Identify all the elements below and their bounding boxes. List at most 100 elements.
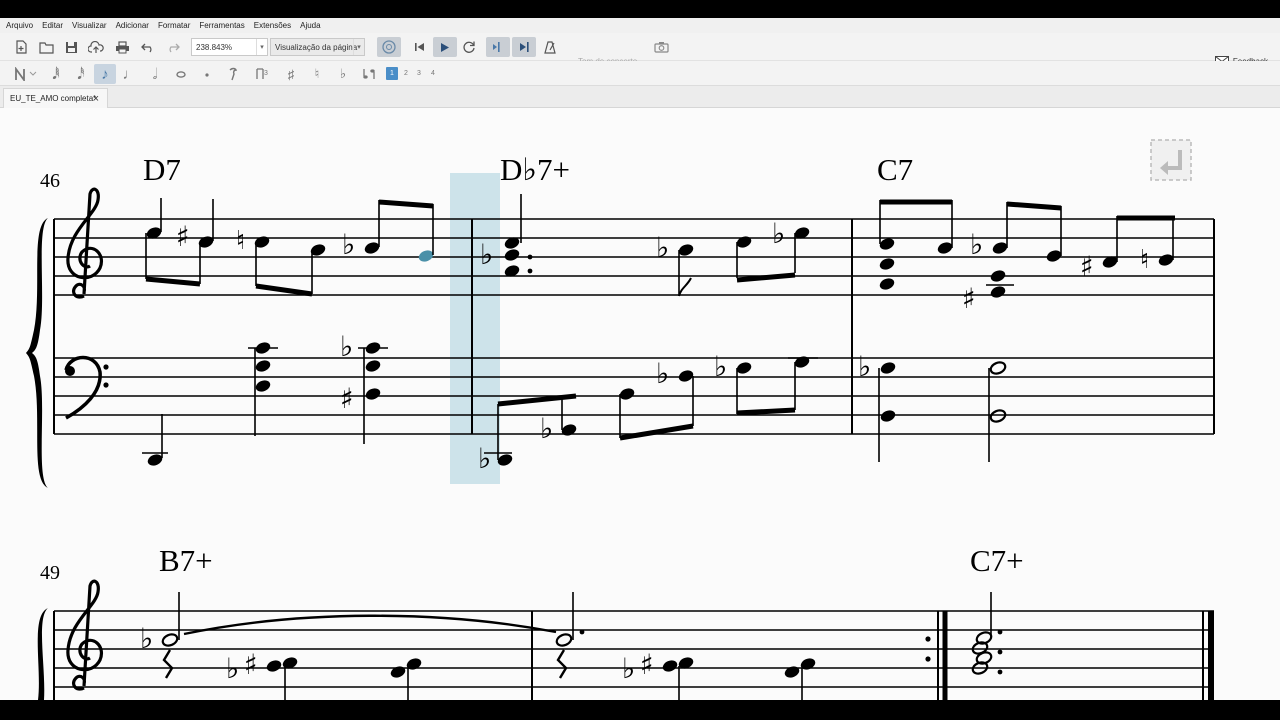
svg-text:♭: ♭ [478,442,491,475]
measure-number-49: 49 [40,562,60,584]
eighth-note-icon[interactable]: ♪ [94,64,116,84]
m47-treble-notes: ♭ ♭ ♭ [480,194,811,297]
score-canvas[interactable]: 46 D7 D♭7+ C7 ♯ ♮ ♭ ♭ ♯ ♭ ♭ ♭ ♭ ♭ ♭ ♭ ♭ … [0,108,1280,700]
svg-text:♯: ♯ [340,382,354,415]
treble-staff [54,218,1214,296]
chevron-down-icon[interactable]: ▾ [256,39,267,55]
svg-text:3: 3 [264,70,268,77]
chord-symbol-c7[interactable]: C7 [877,152,913,187]
menu-adicionar[interactable]: Adicionar [116,21,149,30]
augmentation-dot-icon[interactable] [198,65,216,83]
menu-arquivo[interactable]: Arquivo [6,21,33,30]
svg-text:♯: ♯ [244,648,258,681]
return-arrow-icon[interactable] [1150,139,1192,181]
open-folder-icon[interactable] [37,38,55,56]
musescore-window: Arquivo Editar Visualizar Adicionar Form… [0,18,1280,700]
m51-treble-notes [969,592,1003,677]
whole-note-icon[interactable] [172,65,190,83]
undo-icon[interactable] [139,38,157,56]
treble-clef-2 [66,579,103,691]
svg-text:♯: ♯ [176,220,190,253]
loop-out-icon[interactable] [512,37,536,57]
sixtyfourth-note-icon[interactable]: 𝅘𝅥𝅱 [47,65,65,83]
menu-ajuda[interactable]: Ajuda [300,21,320,30]
cloud-upload-icon[interactable] [87,38,105,56]
m46-treble-notes: ♯ ♮ ♭ [145,198,434,297]
close-icon[interactable]: × [93,93,99,105]
view-mode-value: Visualização da página [275,42,358,52]
voice-4-button[interactable]: 4 [427,67,439,80]
natural-icon[interactable]: ♮ [308,65,326,83]
measure-number-46: 46 [40,170,60,192]
chord-symbol-d7[interactable]: D7 [143,152,181,187]
chevron-down-icon[interactable]: ▾ [353,39,364,55]
letterbox-bottom [0,700,1280,720]
grand-staff-brace [26,218,48,488]
loop-icon[interactable] [460,38,478,56]
print-icon[interactable] [113,38,131,56]
svg-text:♭: ♭ [226,652,239,685]
flat-icon[interactable]: ♭ [334,65,352,83]
svg-text:♯: ♯ [1080,250,1094,283]
menu-visualizar[interactable]: Visualizar [72,21,107,30]
svg-text:♮: ♮ [1140,245,1149,275]
svg-text:♭: ♭ [480,238,493,271]
bass-clef [64,355,109,420]
m50-treble-notes: ♭ ♯ [553,592,817,700]
svg-text:♭: ♭ [340,330,353,363]
m48-bass-notes: ♭ [858,350,1009,462]
note-input-toolbar: 𝅘𝅥𝅱 𝅘𝅥𝅰 ♪ ♩ 𝅗𝅥 3 ♯ ♮ ♭ 1 2 3 4 [0,61,1280,86]
svg-text:♭: ♭ [656,357,669,390]
system-1: 46 D7 D♭7+ C7 ♯ ♮ ♭ ♭ ♯ ♭ ♭ ♭ ♭ ♭ ♭ ♭ ♭ … [26,139,1215,488]
rest-icon[interactable] [224,65,242,83]
save-icon[interactable] [62,38,80,56]
redo-icon[interactable] [164,38,182,56]
thirtysecond-note-icon[interactable]: 𝅘𝅥𝅰 [72,65,90,83]
svg-text:♭: ♭ [858,350,871,383]
barlines [53,219,1215,434]
tuplet-icon[interactable]: 3 [251,65,273,83]
voice-1-button[interactable]: 1 [386,67,398,80]
menu-editar[interactable]: Editar [42,21,63,30]
zoom-value: 238.843% [196,42,233,52]
tab-title: EU_TE_AMO completa* [10,94,97,103]
quarter-note-icon[interactable]: ♩ [121,65,139,83]
loop-in-icon[interactable] [486,37,510,57]
note-input-mode-icon[interactable] [12,65,40,83]
play-button[interactable] [433,37,457,57]
svg-text:♮: ♮ [236,226,245,256]
chord-symbol-dflat7plus[interactable]: D♭7+ [500,152,570,187]
menu-extensoes[interactable]: Extensões [254,21,291,30]
score-tab-bar: EU_TE_AMO completa* × [0,86,1280,108]
metronome-icon[interactable] [541,38,559,56]
m49-treble-notes: ♭ ♭ ♯ [140,592,557,700]
view-mode-combo[interactable]: Visualização da página ▾ [270,38,365,56]
new-score-icon[interactable] [12,38,30,56]
menu-bar: Arquivo Editar Visualizar Adicionar Form… [0,18,1280,33]
svg-text:♯: ♯ [640,648,654,681]
treble-clef [66,187,103,299]
svg-text:♭: ♭ [714,350,727,383]
main-toolbar: 238.843% ▾ Visualização da página ▾ Tom … [0,33,1280,66]
midi-input-icon[interactable] [377,37,401,57]
svg-text:♭: ♭ [656,231,669,264]
svg-text:♯: ♯ [962,282,976,315]
tab-score[interactable]: EU_TE_AMO completa* × [3,88,108,108]
voice-3-button[interactable]: 3 [413,67,425,80]
voice-2-button[interactable]: 2 [400,67,412,80]
bass-staff [54,357,1214,435]
svg-text:♭: ♭ [342,228,355,261]
score-svg: 46 D7 D♭7+ C7 ♯ ♮ ♭ ♭ ♯ ♭ ♭ ♭ ♭ ♭ ♭ ♭ ♭ … [26,139,1215,700]
sharp-icon[interactable]: ♯ [282,65,300,83]
menu-ferramentas[interactable]: Ferramentas [199,21,244,30]
flip-direction-icon[interactable] [358,65,380,83]
rewind-icon[interactable] [410,38,428,56]
chord-symbol-c7plus[interactable]: C7+ [970,543,1024,578]
half-note-icon[interactable]: 𝅗𝅥 [146,65,164,83]
svg-text:♭: ♭ [622,652,635,685]
chord-symbol-b7plus[interactable]: B7+ [159,543,213,578]
camera-icon[interactable] [652,38,670,56]
menu-formatar[interactable]: Formatar [158,21,190,30]
zoom-combo[interactable]: 238.843% ▾ [191,38,268,56]
svg-text:♭: ♭ [140,622,153,655]
